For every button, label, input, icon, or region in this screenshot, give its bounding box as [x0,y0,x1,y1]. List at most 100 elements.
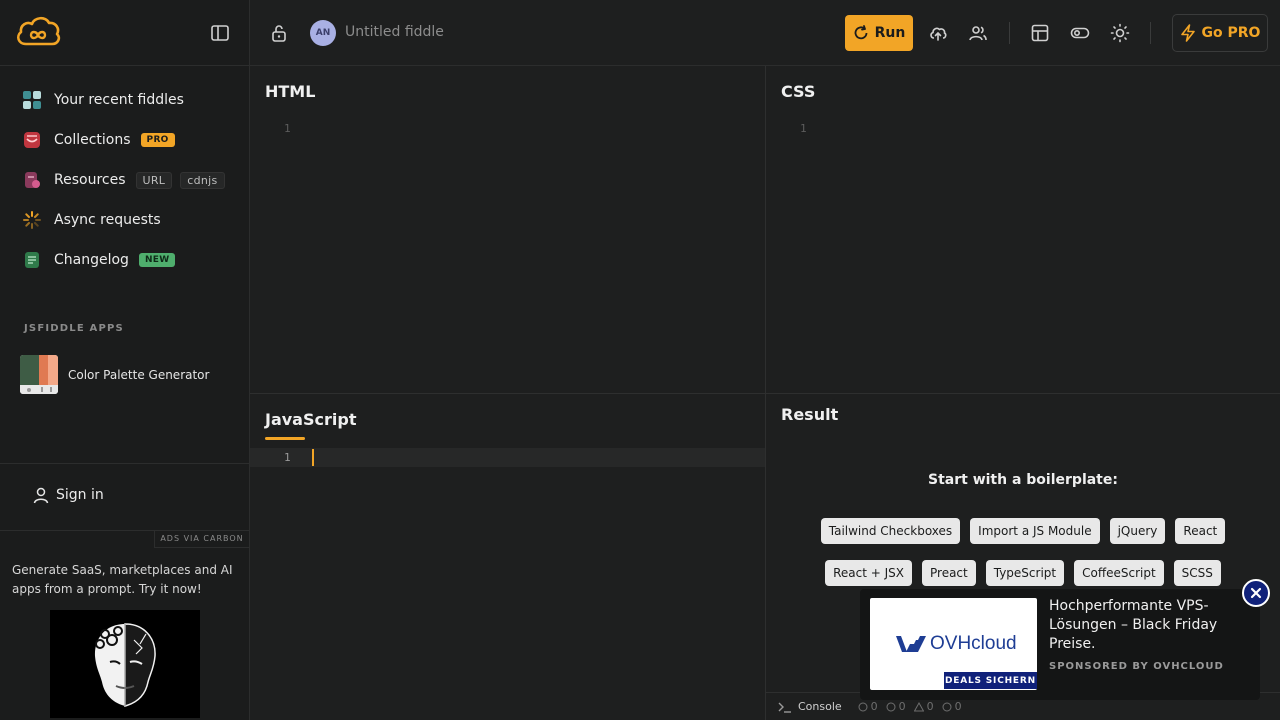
js-panel[interactable]: JavaScript [250,394,765,720]
sidebar-item-label: Your recent fiddles [54,92,184,108]
user-icon [33,487,49,504]
count-value: 0 [926,700,934,713]
boilerplate-js-module[interactable]: Import a JS Module [970,518,1100,544]
go-pro-label: Go PRO [1201,25,1261,41]
sign-in-button[interactable]: Sign in [32,486,104,504]
apps-heading: JSFIDDLE APPS [24,323,124,334]
run-button[interactable]: Run [845,15,913,51]
cdnjs-tag[interactable]: cdnjs [180,171,225,189]
go-pro-button[interactable]: Go PRO [1172,14,1268,52]
active-editor-line[interactable] [250,448,765,467]
jsfiddle-logo-icon[interactable] [14,14,62,50]
active-tab-indicator [265,437,305,440]
upload-cloud-icon[interactable] [928,23,948,43]
pro-badge: PRO [140,133,175,147]
line-number: 1 [284,122,291,135]
sidebar-item-label: Resources [54,172,126,188]
ad-sponsor: SPONSORED BY OVHCLOUD [1049,661,1224,672]
file-icon [22,170,42,190]
panel-divider-horizontal[interactable] [250,393,1280,394]
boilerplate-coffeescript[interactable]: CoffeeScript [1074,560,1164,586]
boilerplate-title: Start with a boilerplate: [928,472,1118,488]
boilerplate-react[interactable]: React [1175,518,1226,544]
floating-ad[interactable]: OVHcloud DEALS SICHERN Hochperformante V… [860,589,1260,700]
app-item-label: Color Palette Generator [68,367,210,382]
ovh-brand-text: OVHcloud [930,633,1017,654]
carbon-ad-text[interactable]: Generate SaaS, marketplaces and AI apps … [12,561,238,599]
sidebar-item-collections[interactable]: Collections PRO [0,120,250,160]
info-icon [886,702,896,711]
spinner-icon [22,210,42,230]
css-panel-title: CSS [781,82,816,101]
boilerplate-preact[interactable]: Preact [922,560,976,586]
toggle-icon[interactable] [1070,23,1090,43]
new-badge: NEW [138,253,176,267]
sidebar-item-resources[interactable]: Resources URL cdnjs [0,160,250,200]
console-label: Console [798,700,842,713]
sidebar-toggle-icon[interactable] [210,23,230,43]
layout-icon[interactable] [1030,23,1050,43]
ovh-logo-icon [896,636,926,652]
grid-icon [22,90,42,110]
boilerplate-typescript[interactable]: TypeScript [985,560,1065,586]
console-info-count[interactable]: 0 [886,700,906,713]
top-bar: AN Untitled fiddle Run Go PRO [250,0,1280,66]
result-panel-title: Result [781,405,839,424]
boilerplate-jquery[interactable]: jQuery [1109,518,1166,544]
refresh-icon [854,25,868,40]
sidebar-item-label: Async requests [54,212,161,228]
lightning-icon [1180,24,1195,42]
sidebar-nav: Your recent fiddles Collections PRO Reso… [0,80,250,280]
toolbar-separator [1150,22,1151,44]
boilerplate-react-jsx[interactable]: React + JSX [825,560,912,586]
html-panel-title: HTML [265,82,316,101]
html-panel[interactable]: HTML 1 [250,66,765,393]
line-number: 1 [284,451,291,464]
count-value: 0 [954,700,962,713]
color-palette-thumbnail-icon [20,355,58,394]
boilerplate-scss[interactable]: SCSS [1173,560,1221,586]
info-icon [858,702,868,711]
close-ad-button[interactable] [1242,579,1270,607]
avatar[interactable]: AN [310,20,336,46]
sign-in-label: Sign in [56,487,104,503]
fiddle-title[interactable]: Untitled fiddle [345,24,444,40]
js-panel-title: JavaScript [265,410,357,429]
boilerplate-tailwind-checkboxes[interactable]: Tailwind Checkboxes [820,518,961,544]
console-error-count[interactable]: 0 [942,700,962,713]
warning-icon [913,701,924,711]
sun-icon[interactable] [1110,23,1130,43]
ad-headline: Hochperformante VPS-Lösungen – Black Fri… [1049,598,1218,652]
url-tag[interactable]: URL [135,171,173,189]
document-icon [22,250,42,270]
divider [0,463,250,464]
sidebar: Your recent fiddles Collections PRO Reso… [0,0,250,720]
text-cursor [312,449,314,466]
carbon-ad-image[interactable] [50,610,200,718]
sidebar-item-async-requests[interactable]: Async requests [0,200,250,240]
ad-logo-box: OVHcloud DEALS SICHERN [870,598,1037,690]
sidebar-item-changelog[interactable]: Changelog NEW [0,240,250,280]
console-log-count[interactable]: 0 [858,700,878,713]
deals-tag: DEALS SICHERN [944,672,1037,689]
sidebar-item-label: Changelog [54,252,129,268]
console-warning-count[interactable]: 0 [913,700,934,713]
sidebar-item-recent-fiddles[interactable]: Your recent fiddles [0,80,250,120]
terminal-icon [778,702,791,713]
error-icon [942,702,952,711]
count-value: 0 [870,700,878,713]
line-number: 1 [800,122,807,135]
users-icon[interactable] [968,23,988,43]
ads-via-carbon-label[interactable]: ADS VIA CARBON [154,530,250,548]
boilerplate-row: Tailwind Checkboxes Import a JS Module j… [766,518,1280,544]
app-color-palette-generator[interactable]: Color Palette Generator [20,355,209,394]
unlock-icon[interactable] [269,23,289,43]
sidebar-item-label: Collections [54,132,131,148]
boilerplate-row: React + JSX Preact TypeScript CoffeeScri… [766,560,1280,586]
close-icon [1250,587,1262,599]
box-icon [22,130,42,150]
css-panel[interactable]: CSS 1 [766,66,1280,393]
run-label: Run [874,25,906,41]
toolbar-separator [1009,22,1010,44]
count-value: 0 [898,700,906,713]
